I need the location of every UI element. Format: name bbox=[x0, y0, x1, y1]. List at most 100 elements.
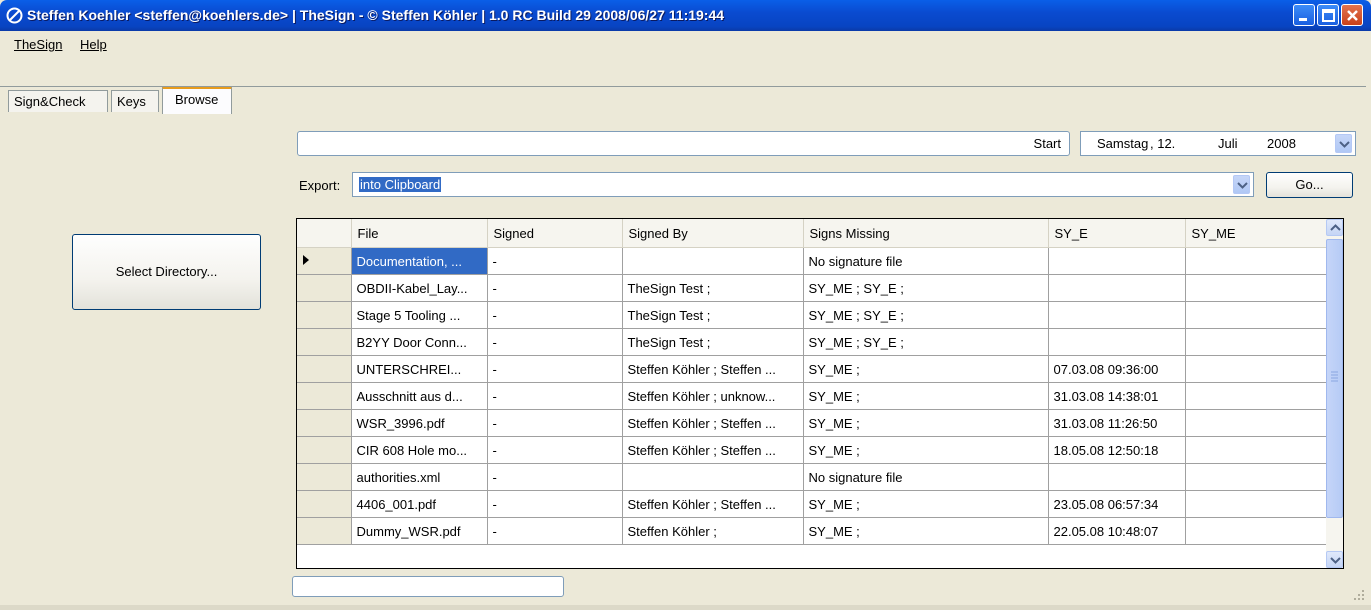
cell-signed-by[interactable]: Steffen Köhler ; bbox=[622, 517, 804, 545]
row-header[interactable] bbox=[297, 355, 352, 383]
cell-signed-by[interactable]: Steffen Köhler ; Steffen ... bbox=[622, 355, 804, 383]
row-header[interactable] bbox=[297, 436, 352, 464]
cell-signed-by[interactable]: Steffen Köhler ; Steffen ... bbox=[622, 490, 804, 518]
cell-file[interactable]: 4406_001.pdf bbox=[351, 490, 488, 518]
cell-file[interactable]: CIR 608 Hole mo... bbox=[351, 436, 488, 464]
cell-signed-by[interactable]: TheSign Test ; bbox=[622, 274, 804, 302]
cell-signed[interactable]: - bbox=[487, 517, 623, 545]
cell-signed[interactable]: - bbox=[487, 247, 623, 275]
cell-sy-e[interactable] bbox=[1048, 328, 1186, 356]
cell-signed-by[interactable]: Steffen Köhler ; Steffen ... bbox=[622, 409, 804, 437]
row-header[interactable] bbox=[297, 301, 352, 329]
date-dropdown-button[interactable] bbox=[1335, 134, 1352, 153]
vertical-scrollbar[interactable] bbox=[1326, 219, 1343, 568]
row-header[interactable] bbox=[297, 382, 352, 410]
cell-file[interactable]: B2YY Door Conn... bbox=[351, 328, 488, 356]
cell-sy-me[interactable] bbox=[1185, 355, 1327, 383]
cell-file[interactable]: Stage 5 Tooling ... bbox=[351, 301, 488, 329]
cell-sy-me[interactable] bbox=[1185, 490, 1327, 518]
cell-signs-missing[interactable]: SY_ME ; bbox=[803, 382, 1049, 410]
row-header[interactable] bbox=[297, 517, 352, 545]
menu-thesign[interactable]: TheSign bbox=[14, 37, 62, 52]
scroll-down-button[interactable] bbox=[1326, 551, 1343, 568]
cell-signed[interactable]: - bbox=[487, 328, 623, 356]
cell-signed-by[interactable] bbox=[622, 247, 804, 275]
cell-sy-me[interactable] bbox=[1185, 247, 1327, 275]
cell-sy-e[interactable] bbox=[1048, 247, 1186, 275]
table-row[interactable]: UNTERSCHREI... - Steffen Köhler ; Steffen … bbox=[297, 355, 1327, 383]
cell-sy-me[interactable] bbox=[1185, 382, 1327, 410]
cell-sy-e[interactable]: 18.05.08 12:50:18 bbox=[1048, 436, 1186, 464]
cell-file[interactable]: WSR_3996.pdf bbox=[351, 409, 488, 437]
cell-sy-e[interactable] bbox=[1048, 274, 1186, 302]
column-header-signs-missing[interactable]: Signs Missing bbox=[803, 219, 1049, 248]
cell-signed-by[interactable]: Steffen Köhler ; Steffen ... bbox=[622, 436, 804, 464]
column-header-signed[interactable]: Signed bbox=[487, 219, 623, 248]
minimize-button[interactable] bbox=[1293, 4, 1315, 26]
cell-signs-missing[interactable]: SY_ME ; bbox=[803, 409, 1049, 437]
cell-signed[interactable]: - bbox=[487, 436, 623, 464]
cell-sy-me[interactable] bbox=[1185, 517, 1327, 545]
cell-signs-missing[interactable]: SY_ME ; SY_E ; bbox=[803, 301, 1049, 329]
row-header[interactable] bbox=[297, 409, 352, 437]
export-dropdown-button[interactable] bbox=[1233, 175, 1250, 194]
cell-signs-missing[interactable]: SY_ME ; bbox=[803, 517, 1049, 545]
cell-signed-by[interactable]: TheSign Test ; bbox=[622, 301, 804, 329]
cell-sy-me[interactable] bbox=[1185, 409, 1327, 437]
cell-signed[interactable]: - bbox=[487, 409, 623, 437]
table-row[interactable]: Stage 5 Tooling ... - TheSign Test ; SY_ME … bbox=[297, 301, 1327, 329]
scroll-up-button[interactable] bbox=[1326, 219, 1343, 236]
cell-sy-e[interactable]: 07.03.08 09:36:00 bbox=[1048, 355, 1186, 383]
cell-sy-e[interactable] bbox=[1048, 463, 1186, 491]
menu-help[interactable]: Help bbox=[80, 37, 107, 52]
table-row[interactable]: 4406_001.pdf - Steffen Köhler ; Steffen ..… bbox=[297, 490, 1327, 518]
table-row[interactable]: Documentation, ... - No signature file bbox=[297, 247, 1327, 275]
cell-sy-me[interactable] bbox=[1185, 436, 1327, 464]
cell-signed[interactable]: - bbox=[487, 382, 623, 410]
close-button[interactable] bbox=[1341, 4, 1363, 26]
cell-signed[interactable]: - bbox=[487, 463, 623, 491]
column-header-sy-me[interactable]: SY_ME bbox=[1185, 219, 1327, 248]
cell-signs-missing[interactable]: SY_ME ; bbox=[803, 355, 1049, 383]
cell-file[interactable]: OBDII-Kabel_Lay... bbox=[351, 274, 488, 302]
cell-sy-e[interactable]: 31.03.08 11:26:50 bbox=[1048, 409, 1186, 437]
tab-browse[interactable]: Browse bbox=[162, 86, 232, 114]
select-directory-button[interactable]: Select Directory... bbox=[72, 234, 261, 310]
table-row[interactable]: Ausschnitt aus d... - Steffen Köhler ; unk… bbox=[297, 382, 1327, 410]
cell-sy-me[interactable] bbox=[1185, 463, 1327, 491]
cell-signs-missing[interactable]: No signature file bbox=[803, 463, 1049, 491]
scroll-thumb[interactable] bbox=[1326, 239, 1343, 518]
date-picker[interactable]: Samstag , 12. Juli 2008 bbox=[1080, 131, 1356, 156]
cell-signed[interactable]: - bbox=[487, 301, 623, 329]
go-button[interactable]: Go... bbox=[1266, 172, 1353, 198]
cell-signs-missing[interactable]: No signature file bbox=[803, 247, 1049, 275]
cell-sy-me[interactable] bbox=[1185, 328, 1327, 356]
cell-signs-missing[interactable]: SY_ME ; bbox=[803, 490, 1049, 518]
row-header[interactable] bbox=[297, 463, 352, 491]
cell-sy-me[interactable] bbox=[1185, 301, 1327, 329]
table-row[interactable]: authorities.xml - No signature file bbox=[297, 463, 1327, 491]
cell-file[interactable]: Documentation, ... bbox=[351, 247, 488, 275]
tab-sign-check[interactable]: Sign&Check bbox=[8, 90, 108, 112]
cell-sy-me[interactable] bbox=[1185, 274, 1327, 302]
table-row[interactable]: OBDII-Kabel_Lay... - TheSign Test ; SY_ME ;… bbox=[297, 274, 1327, 302]
cell-signed-by[interactable]: Steffen Köhler ; unknow... bbox=[622, 382, 804, 410]
cell-sy-e[interactable]: 31.03.08 14:38:01 bbox=[1048, 382, 1186, 410]
table-row[interactable]: Dummy_WSR.pdf - Steffen Köhler ; SY_ME ; 22.… bbox=[297, 517, 1327, 545]
cell-file[interactable]: Dummy_WSR.pdf bbox=[351, 517, 488, 545]
file-grid[interactable]: File Signed Signed By Signs Missing SY_E… bbox=[296, 218, 1344, 569]
cell-signs-missing[interactable]: SY_ME ; SY_E ; bbox=[803, 274, 1049, 302]
column-header-sy-e[interactable]: SY_E bbox=[1048, 219, 1186, 248]
cell-signed[interactable]: - bbox=[487, 490, 623, 518]
row-header[interactable] bbox=[297, 247, 352, 275]
cell-sy-e[interactable]: 22.05.08 10:48:07 bbox=[1048, 517, 1186, 545]
table-row[interactable]: B2YY Door Conn... - TheSign Test ; SY_ME ; … bbox=[297, 328, 1327, 356]
cell-signed[interactable]: - bbox=[487, 355, 623, 383]
column-header-file[interactable]: File bbox=[351, 219, 488, 248]
cell-signed[interactable]: - bbox=[487, 274, 623, 302]
row-header[interactable] bbox=[297, 490, 352, 518]
row-header[interactable] bbox=[297, 274, 352, 302]
cell-signs-missing[interactable]: SY_ME ; bbox=[803, 436, 1049, 464]
resize-grip-icon[interactable] bbox=[1352, 588, 1366, 602]
column-header-signed-by[interactable]: Signed By bbox=[622, 219, 804, 248]
